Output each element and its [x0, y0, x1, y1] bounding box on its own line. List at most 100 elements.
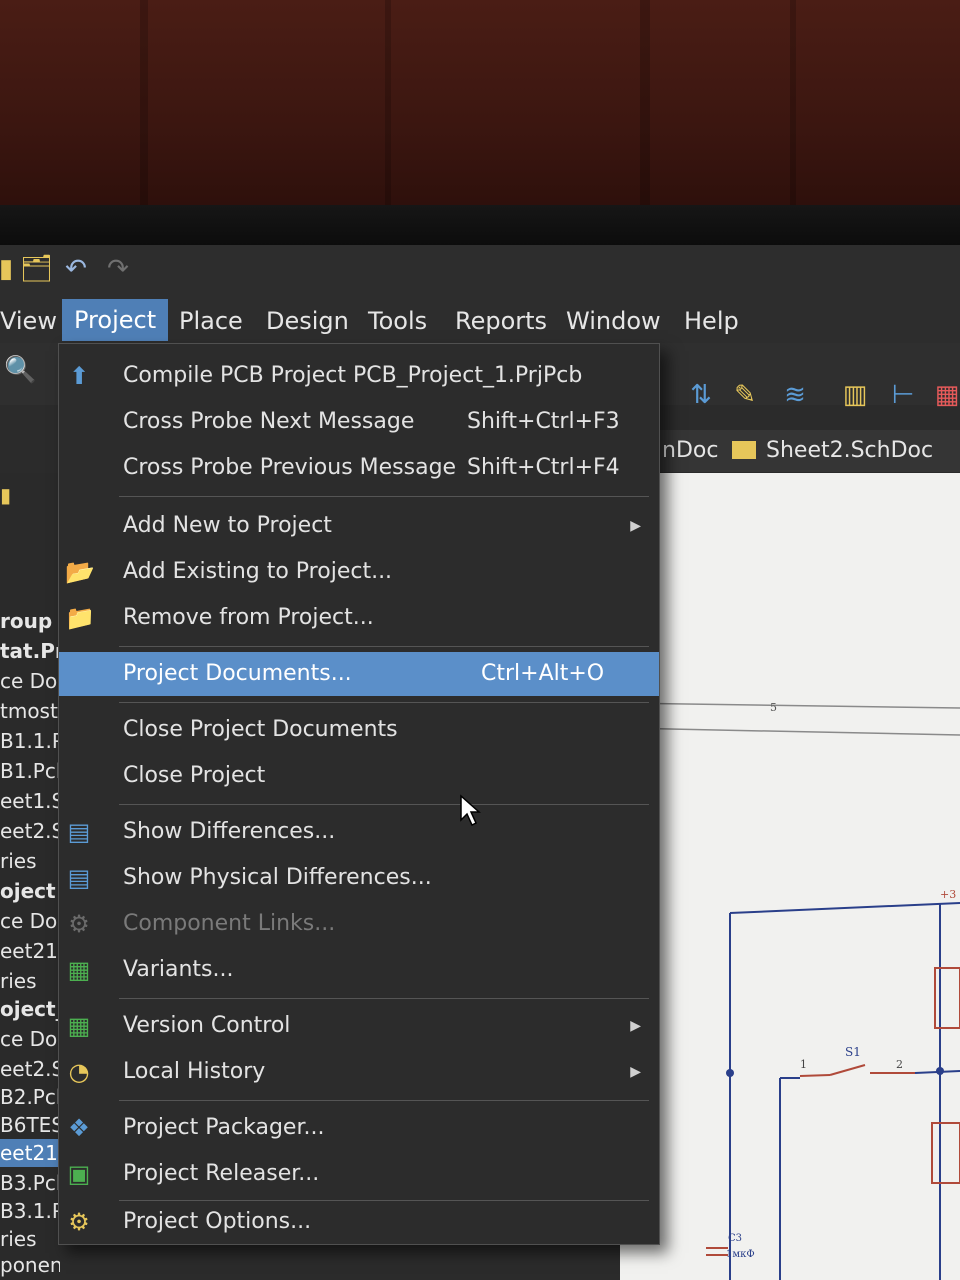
menu-item-project-options[interactable]: ⚙ Project Options...: [59, 1200, 659, 1244]
menu-design[interactable]: Design: [260, 303, 355, 339]
menu-item-show-differences[interactable]: ▤ Show Differences...: [59, 810, 659, 854]
tree-item[interactable]: roup 1: [0, 607, 60, 635]
pin-label-2: 2: [896, 1058, 903, 1071]
tree-item[interactable]: B3.1.P: [0, 1197, 60, 1225]
menu-separator: [119, 496, 649, 497]
tree-item[interactable]: ries: [0, 967, 60, 995]
remove-icon: 📁: [65, 604, 95, 632]
pen-icon[interactable]: ✎: [730, 380, 760, 410]
background-wall: [0, 0, 960, 230]
menu-item-close-project-documents[interactable]: Close Project Documents: [59, 708, 659, 752]
tree-item[interactable]: eet1.S: [0, 787, 60, 815]
bus-icon[interactable]: ≋: [780, 380, 810, 410]
border-column-label: 5: [770, 701, 777, 714]
capacitor-designator: C3: [728, 1233, 742, 1244]
tree-item[interactable]: ries: [0, 1225, 60, 1253]
submenu-arrow-icon: ▶: [630, 1018, 641, 1034]
tree-item[interactable]: ce Do: [0, 907, 60, 935]
local-history-icon: ◔: [68, 1058, 90, 1086]
app-window: ▮ 🗂 ↶ ↷ View Project Place Design Tools …: [0, 245, 960, 1280]
menu-item-remove[interactable]: 📁 Remove from Project...: [59, 596, 659, 640]
menu-item-version-control[interactable]: ▦ Version Control ▶: [59, 1004, 659, 1048]
tree-item[interactable]: ce Do: [0, 667, 60, 695]
menu-project[interactable]: Project: [62, 299, 169, 341]
menu-item-compile[interactable]: ⬆ Compile PCB Project PCB_Project_1.PrjP…: [59, 354, 659, 398]
open-icon[interactable]: ▮: [0, 255, 20, 283]
menu-separator: [119, 702, 649, 703]
tree-item[interactable]: eet2.S: [0, 1055, 60, 1083]
menu-separator: [119, 646, 649, 647]
quick-access-toolbar: ▮ 🗂 ↶ ↷: [0, 245, 960, 295]
sort-icon[interactable]: ⇅: [686, 380, 716, 410]
tree-item[interactable]: eet21: [0, 937, 60, 965]
schematic-canvas[interactable]: 5 +3 S1 1 2 C3 1мкФ: [619, 473, 960, 1280]
compile-icon: ⬆: [68, 362, 90, 390]
tree-item[interactable]: B1.1.P: [0, 727, 60, 755]
tree-item[interactable]: ce Do: [0, 1025, 60, 1053]
net-label-icon[interactable]: ⊢: [888, 380, 918, 410]
menu-item-project-releaser[interactable]: ▣ Project Releaser...: [59, 1152, 659, 1196]
net-label-power: +3: [940, 888, 956, 901]
project-options-icon: ⚙: [68, 1208, 90, 1236]
menu-separator: [119, 804, 649, 805]
zoom-icon[interactable]: 🔍: [4, 355, 36, 385]
menu-separator: [119, 1100, 649, 1101]
menu-view[interactable]: View: [0, 303, 63, 339]
tab-schdoc[interactable]: nDoc: [662, 436, 718, 466]
show-differences-icon: ▤: [67, 818, 91, 846]
menu-item-show-physical-differences[interactable]: ▤ Show Physical Differences...: [59, 856, 659, 900]
menu-item-add-existing[interactable]: 📂 Add Existing to Project...: [59, 550, 659, 594]
menu-item-cross-probe-next[interactable]: Cross Probe Next Message Shift+Ctrl+F3: [59, 400, 659, 444]
menu-item-close-project[interactable]: Close Project: [59, 754, 659, 798]
project-dropdown-menu: ⬆ Compile PCB Project PCB_Project_1.PrjP…: [58, 343, 660, 1245]
submenu-arrow-icon: ▶: [630, 1064, 641, 1080]
menu-bar: View Project Place Design Tools Reports …: [0, 295, 960, 343]
tree-item[interactable]: B1.Pcl: [0, 757, 60, 785]
menu-item-variants[interactable]: ▦ Variants...: [59, 948, 659, 992]
menu-window[interactable]: Window: [560, 303, 667, 339]
variants-icon: ▦: [67, 956, 91, 984]
pin-label-1: 1: [800, 1058, 807, 1071]
project-releaser-icon: ▣: [67, 1160, 91, 1188]
redo-icon[interactable]: ↷: [104, 255, 132, 283]
tree-item[interactable]: ponents: [0, 1251, 60, 1279]
project-packager-icon: ❖: [68, 1114, 90, 1142]
panel-folder-icon[interactable]: ▮: [0, 481, 60, 509]
capacitor-value: 1мкФ: [726, 1249, 755, 1260]
save-all-icon[interactable]: 🗂: [20, 255, 53, 283]
schematic-doc-icon: [732, 441, 756, 459]
tree-item[interactable]: ries: [0, 847, 60, 875]
harness-icon[interactable]: ▥: [840, 380, 870, 410]
submenu-arrow-icon: ▶: [630, 518, 641, 534]
menu-item-add-new[interactable]: Add New to Project ▶: [59, 504, 659, 548]
menu-item-cross-probe-previous[interactable]: Cross Probe Previous Message Shift+Ctrl+…: [59, 446, 659, 490]
tab-sheet2[interactable]: Sheet2.SchDoc: [732, 436, 933, 466]
menu-item-local-history[interactable]: ◔ Local History ▶: [59, 1050, 659, 1094]
tree-item[interactable]: B6TES: [0, 1111, 60, 1139]
tree-item[interactable]: oject: [0, 877, 60, 905]
switch-designator: S1: [845, 1045, 861, 1059]
mouse-cursor-icon: [460, 794, 481, 827]
menu-reports[interactable]: Reports: [449, 303, 553, 339]
tree-item-selected[interactable]: eet21: [0, 1139, 60, 1167]
version-control-icon: ▦: [67, 1012, 91, 1040]
tree-item[interactable]: B3.Pcl: [0, 1169, 60, 1197]
tree-item[interactable]: tmost: [0, 697, 60, 725]
tree-item[interactable]: tat.Pr: [0, 637, 60, 665]
tree-item[interactable]: eet2.S: [0, 817, 60, 845]
menu-place[interactable]: Place: [173, 303, 249, 339]
power-port-icon[interactable]: ▦: [932, 380, 960, 410]
menu-item-project-documents[interactable]: Project Documents... Ctrl+Alt+O: [59, 652, 659, 696]
menu-separator: [119, 998, 649, 999]
menu-tools[interactable]: Tools: [362, 303, 433, 339]
add-existing-icon: 📂: [65, 558, 95, 586]
tree-item[interactable]: B2.Pcl: [0, 1083, 60, 1111]
undo-icon[interactable]: ↶: [62, 255, 90, 283]
physical-differences-icon: ▤: [67, 864, 91, 892]
projects-panel: ▮ roup 1 tat.Pr ce Do tmost B1.1.P B1.Pc…: [0, 473, 60, 1280]
schematic-drawing: 5 +3 S1 1 2 C3 1мкФ: [619, 701, 960, 1280]
menu-item-project-packager[interactable]: ❖ Project Packager...: [59, 1106, 659, 1150]
tree-item[interactable]: oject_: [0, 995, 60, 1023]
component-links-icon: ⚙: [68, 910, 90, 938]
menu-help[interactable]: Help: [678, 303, 745, 339]
